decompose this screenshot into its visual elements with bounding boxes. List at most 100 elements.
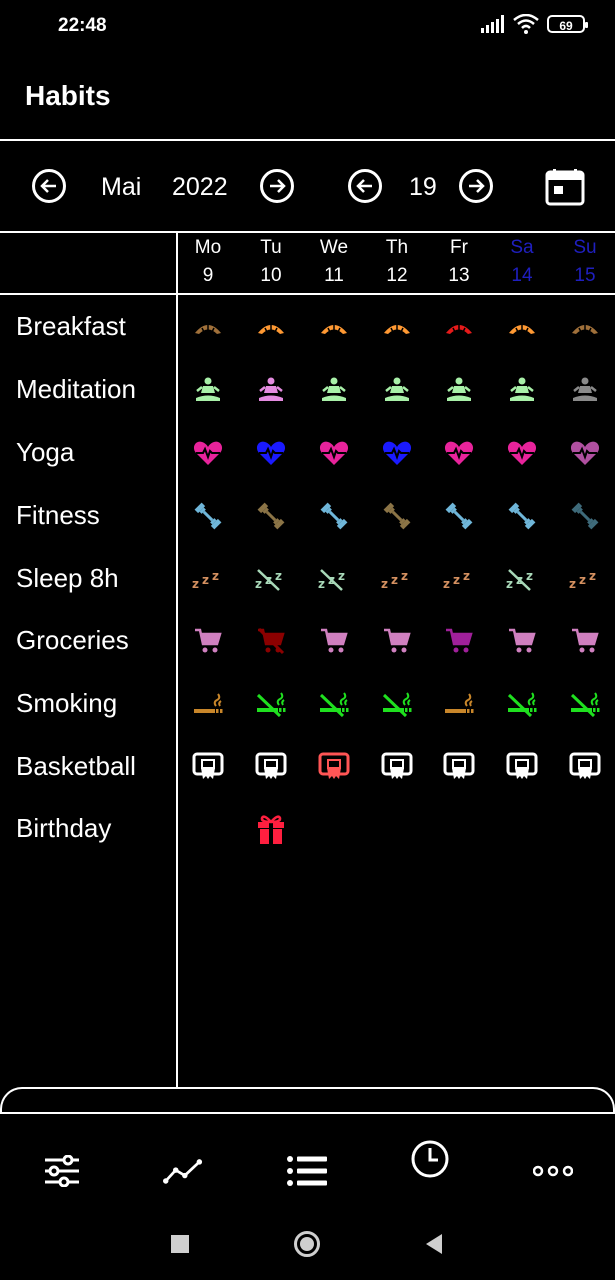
habit-label[interactable]: Basketball <box>16 751 136 782</box>
habit-cell[interactable] <box>568 310 602 344</box>
habit-cell[interactable] <box>442 750 476 784</box>
habit-label[interactable]: Breakfast <box>16 311 126 342</box>
day-number: 14 <box>511 265 533 286</box>
habit-cell[interactable]: zzz <box>317 562 351 596</box>
habit-label[interactable]: Sleep 8h <box>16 563 119 594</box>
habit-cell[interactable]: zzz <box>568 562 602 596</box>
more-nav-button[interactable] <box>533 1154 573 1188</box>
habit-cell[interactable] <box>191 373 225 407</box>
habit-cell[interactable] <box>505 310 539 344</box>
habit-cell[interactable] <box>254 310 288 344</box>
habit-cell[interactable] <box>317 436 351 470</box>
month-label: Mai <box>101 173 142 201</box>
habit-cell[interactable] <box>191 624 225 658</box>
habit-cell[interactable] <box>317 812 351 846</box>
habit-cell[interactable] <box>442 499 476 533</box>
habit-cell[interactable] <box>380 436 414 470</box>
habit-cell[interactable] <box>254 624 288 658</box>
history-nav-button[interactable] <box>410 1140 450 1178</box>
heart-pulse-icon <box>319 440 349 466</box>
habit-cell[interactable] <box>191 499 225 533</box>
habit-cell[interactable] <box>317 750 351 784</box>
back-button[interactable] <box>424 1233 444 1255</box>
habit-cell[interactable] <box>380 373 414 407</box>
settings-nav-button[interactable] <box>42 1154 82 1188</box>
habit-cell[interactable] <box>380 687 414 721</box>
habit-cell[interactable] <box>505 373 539 407</box>
habit-cell[interactable] <box>568 499 602 533</box>
cart-icon <box>571 628 599 654</box>
cart-icon <box>383 628 411 654</box>
habit-cell[interactable] <box>442 373 476 407</box>
habit-cell[interactable] <box>442 812 476 846</box>
calendar-button[interactable] <box>545 168 585 206</box>
habit-cell[interactable] <box>380 812 414 846</box>
habit-cell[interactable] <box>191 310 225 344</box>
habit-cell[interactable] <box>380 310 414 344</box>
habit-cell[interactable] <box>380 624 414 658</box>
croissant-icon <box>382 317 412 337</box>
habit-cell[interactable] <box>442 310 476 344</box>
home-button[interactable] <box>294 1231 320 1257</box>
croissant-icon <box>570 317 600 337</box>
cigarette-icon <box>193 692 223 716</box>
habit-cell[interactable] <box>505 750 539 784</box>
habit-cell[interactable] <box>254 373 288 407</box>
habit-cell[interactable]: zzz <box>505 562 539 596</box>
habit-cell[interactable] <box>505 624 539 658</box>
statistics-nav-button[interactable] <box>163 1154 203 1188</box>
habit-cell[interactable] <box>505 687 539 721</box>
habit-cell[interactable] <box>317 310 351 344</box>
wifi-icon <box>513 14 539 34</box>
recents-button[interactable] <box>171 1235 189 1253</box>
habit-cell[interactable] <box>568 624 602 658</box>
habit-cell[interactable] <box>568 812 602 846</box>
habit-cell[interactable] <box>380 499 414 533</box>
habit-cell[interactable]: zzz <box>380 562 414 596</box>
next-week-button[interactable] <box>459 169 493 203</box>
habit-cell[interactable] <box>505 812 539 846</box>
habit-cell[interactable] <box>254 436 288 470</box>
habit-cell[interactable] <box>317 373 351 407</box>
habit-label[interactable]: Groceries <box>16 625 129 656</box>
habit-cell[interactable] <box>254 750 288 784</box>
svg-text:z: z <box>202 573 209 587</box>
habit-label[interactable]: Fitness <box>16 500 100 531</box>
next-month-button[interactable] <box>260 169 294 203</box>
habit-cell[interactable]: zzz <box>254 562 288 596</box>
heart-pulse-icon <box>382 440 412 466</box>
habit-cell[interactable] <box>568 436 602 470</box>
divider <box>0 139 615 141</box>
habit-cell[interactable] <box>317 624 351 658</box>
habit-cell[interactable] <box>191 750 225 784</box>
habit-cell[interactable] <box>568 373 602 407</box>
habit-cell[interactable] <box>254 687 288 721</box>
day-name: Su <box>573 237 597 258</box>
prev-month-button[interactable] <box>32 169 66 203</box>
habit-cell[interactable] <box>568 750 602 784</box>
habit-label[interactable]: Meditation <box>16 374 136 405</box>
habit-label[interactable]: Birthday <box>16 813 111 844</box>
habit-cell[interactable] <box>442 624 476 658</box>
prev-week-button[interactable] <box>348 169 382 203</box>
habit-cell[interactable] <box>254 499 288 533</box>
habit-cell[interactable]: zzz <box>191 562 225 596</box>
habit-cell[interactable] <box>442 687 476 721</box>
habit-label[interactable]: Yoga <box>16 437 74 468</box>
habit-cell[interactable] <box>442 436 476 470</box>
habit-cell[interactable] <box>317 687 351 721</box>
habit-cell[interactable] <box>254 812 288 846</box>
habit-cell[interactable] <box>568 687 602 721</box>
habit-cell[interactable] <box>380 750 414 784</box>
habit-label[interactable]: Smoking <box>16 688 117 719</box>
habit-cell[interactable]: zzz <box>442 562 476 596</box>
list-nav-button[interactable] <box>287 1154 327 1188</box>
habit-cell[interactable] <box>191 436 225 470</box>
habit-cell[interactable] <box>505 499 539 533</box>
dumbbell-icon <box>382 502 412 530</box>
habit-cell[interactable] <box>505 436 539 470</box>
habit-cell[interactable] <box>191 812 225 846</box>
habit-cell[interactable] <box>191 687 225 721</box>
habit-cell[interactable] <box>317 499 351 533</box>
day-header-mo: Mo 9 <box>178 234 238 290</box>
